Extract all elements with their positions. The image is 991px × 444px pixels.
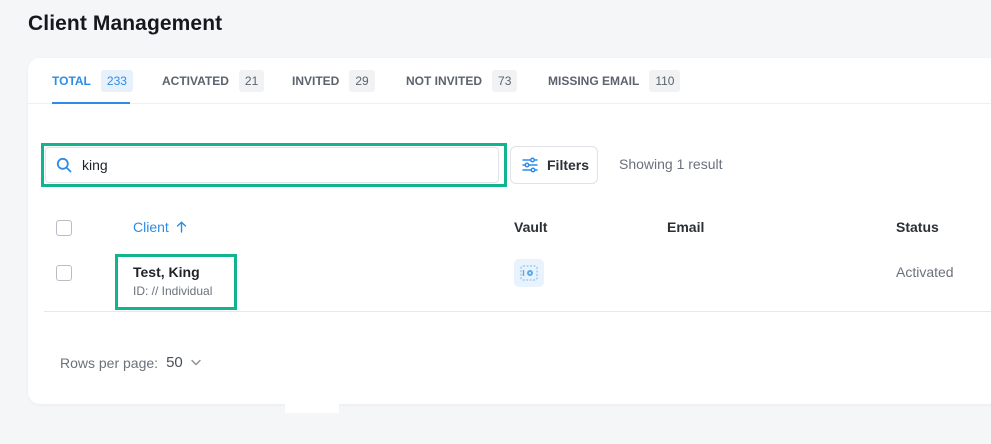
- tab-count-badge: 110: [649, 70, 681, 92]
- column-header-email: Email: [667, 219, 705, 235]
- tab-count-badge: 21: [238, 70, 265, 92]
- column-header-label: Client: [133, 219, 169, 235]
- rows-per-page-label: Rows per page:: [60, 354, 159, 371]
- column-header-vault: Vault: [514, 219, 548, 235]
- filters-button[interactable]: Filters: [510, 146, 598, 184]
- search-input[interactable]: [82, 157, 482, 173]
- tab-missing-email[interactable]: MISSING EMAIL 110: [548, 69, 681, 93]
- search-icon: [56, 157, 72, 173]
- client-name-link[interactable]: Test, King: [133, 264, 200, 280]
- sort-ascending-icon: [176, 221, 186, 233]
- tab-total[interactable]: TOTAL 233: [52, 69, 133, 93]
- tab-count-badge: 73: [492, 70, 518, 92]
- rows-per-page-select[interactable]: 50: [166, 354, 201, 371]
- column-header-client[interactable]: Client: [133, 219, 187, 235]
- tab-label: ACTIVATED: [162, 74, 229, 88]
- tab-label: MISSING EMAIL: [548, 74, 640, 88]
- client-table-card: TOTAL 233 ACTIVATED 21 INVITED 29 NOT IN…: [28, 58, 991, 404]
- tab-count-badge: 29: [349, 70, 375, 92]
- tab-not-invited[interactable]: NOT INVITED 73: [406, 69, 518, 93]
- column-header-status: Status: [896, 219, 939, 235]
- select-all-checkbox[interactable]: [56, 220, 72, 236]
- tab-count-badge: 233: [100, 70, 133, 92]
- client-highlight-outline: [115, 254, 237, 310]
- tab-invited[interactable]: INVITED 29: [292, 69, 375, 93]
- chevron-down-icon: [191, 359, 201, 366]
- rows-per-page: Rows per page: 50: [60, 354, 201, 371]
- vault-icon[interactable]: [514, 259, 544, 287]
- row-divider: [44, 311, 991, 312]
- tab-label: INVITED: [292, 74, 340, 88]
- status-tabs: TOTAL 233 ACTIVATED 21 INVITED 29 NOT IN…: [28, 58, 991, 104]
- page-title: Client Management: [28, 12, 223, 35]
- sliders-icon: [522, 157, 538, 173]
- client-id: ID: // Individual: [133, 284, 213, 298]
- footer-block: [285, 404, 339, 413]
- active-tab-indicator: [52, 102, 130, 104]
- row-checkbox[interactable]: [56, 265, 72, 281]
- tab-label: NOT INVITED: [406, 74, 483, 88]
- status-value: Activated: [896, 264, 954, 280]
- search-box[interactable]: [45, 147, 499, 183]
- tab-activated[interactable]: ACTIVATED 21: [162, 69, 265, 93]
- tab-label: TOTAL: [52, 74, 91, 88]
- filters-label: Filters: [547, 157, 590, 173]
- results-count: Showing 1 result: [619, 156, 723, 172]
- rows-per-page-value: 50: [166, 354, 183, 371]
